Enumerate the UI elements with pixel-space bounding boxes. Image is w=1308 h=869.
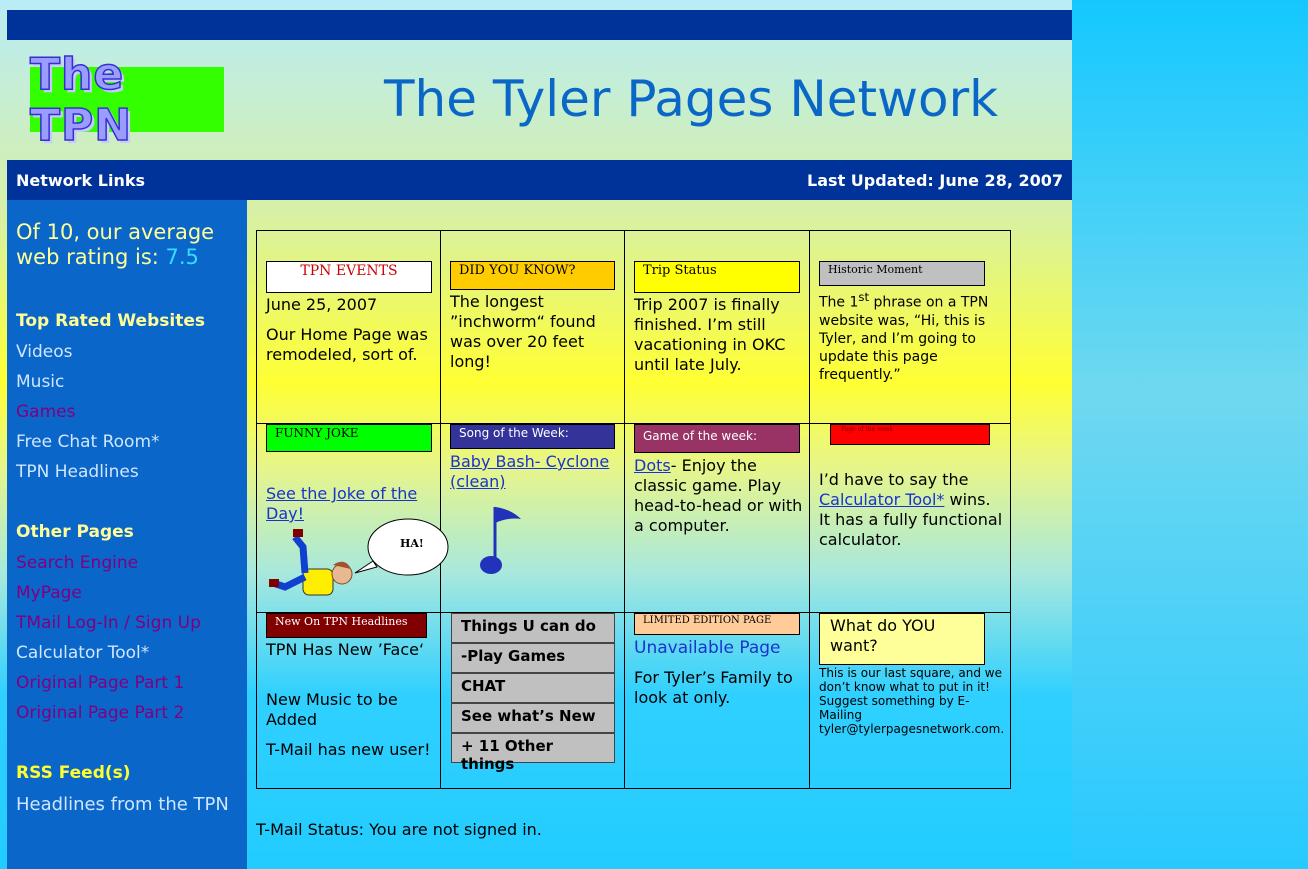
events-body: Our Home Page was remodeled, sort of. [266,325,428,364]
song-of-week-label: Song of the Week: [450,424,615,449]
things-list-item[interactable]: CHAT [451,673,615,703]
page-title: The Tyler Pages Network [384,70,999,128]
did-you-know-body: The longest ”inchworm“ found was over 20… [450,292,596,371]
sidebar-link-search-engine[interactable]: Search Engine [16,553,138,573]
calculator-tool-link[interactable]: Calculator Tool* [819,490,944,509]
rating-value: 7.5 [165,245,199,269]
sidebar-link-chat-room[interactable]: Free Chat Room* [16,432,160,452]
content-grid: TPN EVENTS June 25, 2007 Our Home Page w… [256,230,1011,789]
historic-sup: st [858,290,870,304]
last-square-body: This is our last square, and we don’t kn… [819,666,1005,736]
did-you-know-label: DID YOU KNOW? [450,261,615,290]
things-list-item[interactable]: See what’s New [451,703,615,733]
top-rated-heading: Top Rated Websites [16,311,205,331]
grid-divider [809,231,810,788]
network-navbar: Network Links Last Updated: June 28, 200… [7,160,1072,200]
historic-moment-body: The 1st phrase on a TPN website was, “Hi… [819,288,1004,384]
site-logo[interactable]: The TPN [29,48,224,151]
other-pages-heading: Other Pages [16,522,134,542]
logo-text: The TPN [29,48,133,152]
limited-edition-label: LIMITED EDITION PAGE [634,613,800,635]
headline-item: T-Mail has new user! [266,740,431,759]
sidebar-link-music[interactable]: Music [16,372,64,392]
sidebar-link-original-page-2[interactable]: Original Page Part 2 [16,703,184,723]
ha-bubble-text: HA! [400,537,424,550]
tpn-events-label: TPN EVENTS [266,261,432,293]
network-links-label: Network Links [16,171,145,190]
things-list-item[interactable]: + 11 Other things [451,733,615,773]
music-note-icon [480,507,521,574]
web-rating: Of 10, our average web rating is: 7.5 [16,220,246,270]
grid-divider [624,231,625,788]
sidebar-link-mypage[interactable]: MyPage [16,583,82,603]
tmail-status: T-Mail Status: You are not signed in. [256,820,542,839]
sidebar-link-videos[interactable]: Videos [16,342,73,362]
rss-link-headlines[interactable]: Headlines from the TPN [16,794,229,815]
sidebar: Of 10, our average web rating is: 7.5 To… [7,200,247,869]
things-list-item[interactable]: Things U can do [451,613,615,643]
historic-moment-label: Historic Moment [819,261,985,286]
dots-game-link[interactable]: Dots [634,456,671,475]
page-of-week-text: I’d have to say the [819,470,969,489]
game-of-week-body: Dots- Enjoy the classic game. Play head-… [634,456,806,536]
trip-status-body: Trip 2007 is finally finished. I’m still… [634,295,786,374]
headline-item: New Music to be Added [266,690,398,729]
funny-joke-label: FUNNY JOKE [266,424,432,452]
historic-text: The 1 [819,294,859,311]
last-updated: Last Updated: June 28, 2007 [807,171,1063,190]
sidebar-link-tmail-login[interactable]: TMail Log-In / Sign Up [16,613,201,633]
events-date: June 25, 2007 [266,295,378,314]
trip-status-label: Trip Status [634,261,800,293]
tpn-headlines-label: New On TPN Headlines [266,613,427,638]
page-of-week-body: I’d have to say the Calculator Tool* win… [819,470,1004,550]
sidebar-link-games[interactable]: Games [16,402,75,422]
top-banner-bar [7,10,1072,40]
rss-heading: RSS Feed(s) [16,763,131,783]
unavailable-page-link[interactable]: Unavailable Page [634,638,806,658]
song-link[interactable]: Baby Bash- Cyclone (clean) [450,452,620,492]
what-do-you-want-label: What do YOU want? [819,613,985,665]
headline-item: TPN Has New ’Face‘ [266,640,425,659]
grid-divider [440,231,441,788]
game-of-week-label: Game of the week: [634,424,800,453]
sidebar-link-original-page-1[interactable]: Original Page Part 1 [16,673,184,693]
limited-edition-body: For Tyler’s Family to look at only. [634,668,793,707]
laughing-man-image: HA! [269,518,449,596]
page-of-week-label: Page of the week [830,424,990,445]
sidebar-link-tpn-headlines[interactable]: TPN Headlines [16,462,139,482]
sidebar-link-calculator[interactable]: Calculator Tool* [16,643,149,663]
things-list-item[interactable]: -Play Games [451,643,615,673]
